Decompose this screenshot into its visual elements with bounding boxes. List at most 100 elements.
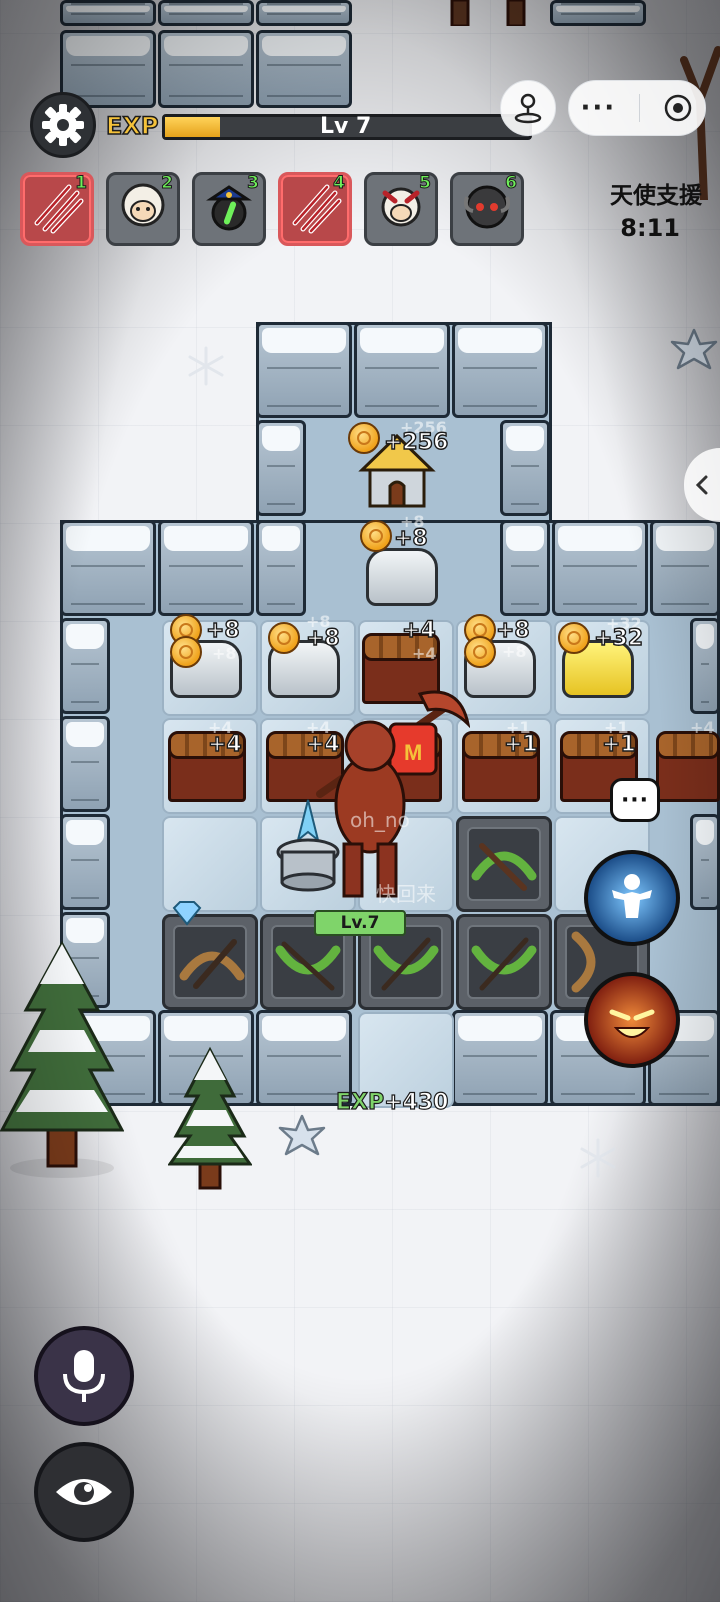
capsule-divider xyxy=(639,94,641,122)
target-icon[interactable] xyxy=(663,93,693,123)
gain-label: +4 xyxy=(401,617,436,643)
svg-text:M: M xyxy=(404,740,422,765)
exp-progress-fill xyxy=(165,117,220,137)
gain-label: +8 xyxy=(205,617,240,643)
wall-block xyxy=(60,0,156,26)
voice-chat-button[interactable] xyxy=(34,1326,134,1426)
wall-block xyxy=(550,0,646,26)
side-panel-toggle[interactable] xyxy=(684,448,720,522)
rock-gain-label: +8 xyxy=(393,525,428,551)
wall-block xyxy=(60,618,110,714)
wood-crate[interactable] xyxy=(656,731,720,802)
settings-button[interactable] xyxy=(30,92,96,158)
gain-ghost-label: +8 xyxy=(502,642,527,661)
game-stage[interactable]: +256 +256 +8 +8 +8 +8 +8 +8 +4 +4 +8 +8 … xyxy=(0,0,720,1602)
more-dots-icon[interactable]: ··· xyxy=(581,93,617,123)
coin-icon xyxy=(360,520,392,552)
exp-progress-bar: Lv 7 xyxy=(162,114,532,140)
gain-label: +8 xyxy=(305,625,340,651)
wall-block xyxy=(158,0,254,26)
slot-number: 2 xyxy=(161,173,174,194)
slot-number: 6 xyxy=(505,173,518,194)
wall-block xyxy=(650,520,720,616)
wall-block xyxy=(552,520,648,616)
microphone-icon xyxy=(63,1350,105,1402)
silver-rock[interactable] xyxy=(366,548,438,606)
ice-flower-icon xyxy=(278,1114,326,1156)
rage-face-icon xyxy=(609,1009,655,1038)
party-slot-6[interactable]: 6 xyxy=(450,172,524,246)
wall-block xyxy=(158,30,254,108)
party-slot-4[interactable]: 4 xyxy=(278,172,352,246)
exp-gain-value: +430 xyxy=(384,1089,450,1115)
wall-block xyxy=(452,322,548,418)
chat-ghost-text: oh_no xyxy=(350,808,410,832)
slot-number: 3 xyxy=(247,173,260,194)
crossbow-icon xyxy=(471,937,537,991)
gain-ghost-label: +8 xyxy=(212,644,237,663)
wall-block xyxy=(690,814,720,910)
house-gain-label: +256 xyxy=(383,429,449,455)
wall-block xyxy=(690,618,720,714)
mini-program-capsule: ··· xyxy=(568,80,706,136)
wall-block xyxy=(500,520,550,616)
wall-block xyxy=(158,520,254,616)
snow-pine-tree xyxy=(0,940,124,1178)
joystick-button[interactable] xyxy=(500,80,556,136)
party-slot-5[interactable]: 5 xyxy=(364,172,438,246)
exp-label: EXP xyxy=(105,111,159,141)
slot-number: 5 xyxy=(419,173,432,194)
ice-flower-icon xyxy=(670,328,718,370)
coin-icon xyxy=(268,622,300,654)
crossbow-icon xyxy=(275,941,341,991)
exp-gain-tag: EXP xyxy=(335,1089,385,1115)
gain-label: +1 xyxy=(503,731,538,757)
rage-button[interactable] xyxy=(584,972,680,1068)
floor-tile[interactable] xyxy=(162,816,258,912)
party-slot-3[interactable]: 3 xyxy=(192,172,266,246)
gear-icon xyxy=(42,104,84,146)
wall-block xyxy=(256,0,352,26)
crossbow-icon xyxy=(373,937,439,991)
wall-block xyxy=(354,322,450,418)
chevron-left-icon xyxy=(695,475,708,495)
snowflake-icon xyxy=(580,1138,616,1178)
party-slots: 1 2 3 4 5 6 xyxy=(20,172,524,246)
party-slot-2[interactable]: 2 xyxy=(106,172,180,246)
diamond-icon xyxy=(172,901,202,926)
level-label: Lv 7 xyxy=(320,114,372,139)
wall-block xyxy=(500,420,550,516)
crossbow-icon xyxy=(471,843,537,891)
wall-block xyxy=(60,814,110,910)
coin-icon xyxy=(348,422,380,454)
snow-pine-tree xyxy=(168,1046,252,1190)
wall-block xyxy=(256,322,352,418)
eye-icon xyxy=(56,1479,112,1505)
joystick-icon xyxy=(514,93,542,124)
view-toggle-button[interactable] xyxy=(34,1442,134,1542)
coin-icon xyxy=(170,636,202,668)
wooden-post xyxy=(450,0,526,26)
slot-number: 1 xyxy=(75,173,88,194)
exp-gain-label: EXP+430 xyxy=(335,1089,450,1115)
gain-ghost-label: +4 xyxy=(412,644,437,663)
hero-level-tag: Lv.7 xyxy=(314,910,406,936)
gain-label: +8 xyxy=(495,617,530,643)
wall-block xyxy=(256,520,306,616)
angel-support-timer: 8:11 xyxy=(620,214,680,242)
gain-label: +4 xyxy=(207,731,242,757)
wall-block xyxy=(60,716,110,812)
snowflake-icon xyxy=(188,346,224,386)
wall-block xyxy=(60,520,156,616)
chat-bubble-button[interactable]: ··· xyxy=(610,778,660,822)
gain-ghost-label: +4 xyxy=(690,718,715,737)
power-up-button[interactable] xyxy=(584,850,680,946)
wall-block xyxy=(452,1010,548,1106)
coin-icon xyxy=(464,636,496,668)
angel-support-label: 天使支援 xyxy=(610,183,702,209)
gain-label: +1 xyxy=(601,731,636,757)
wall-block xyxy=(256,420,306,516)
gain-label: +32 xyxy=(593,625,644,651)
chat-ghost-text: 快回来 xyxy=(376,882,436,906)
party-slot-1[interactable]: 1 xyxy=(20,172,94,246)
